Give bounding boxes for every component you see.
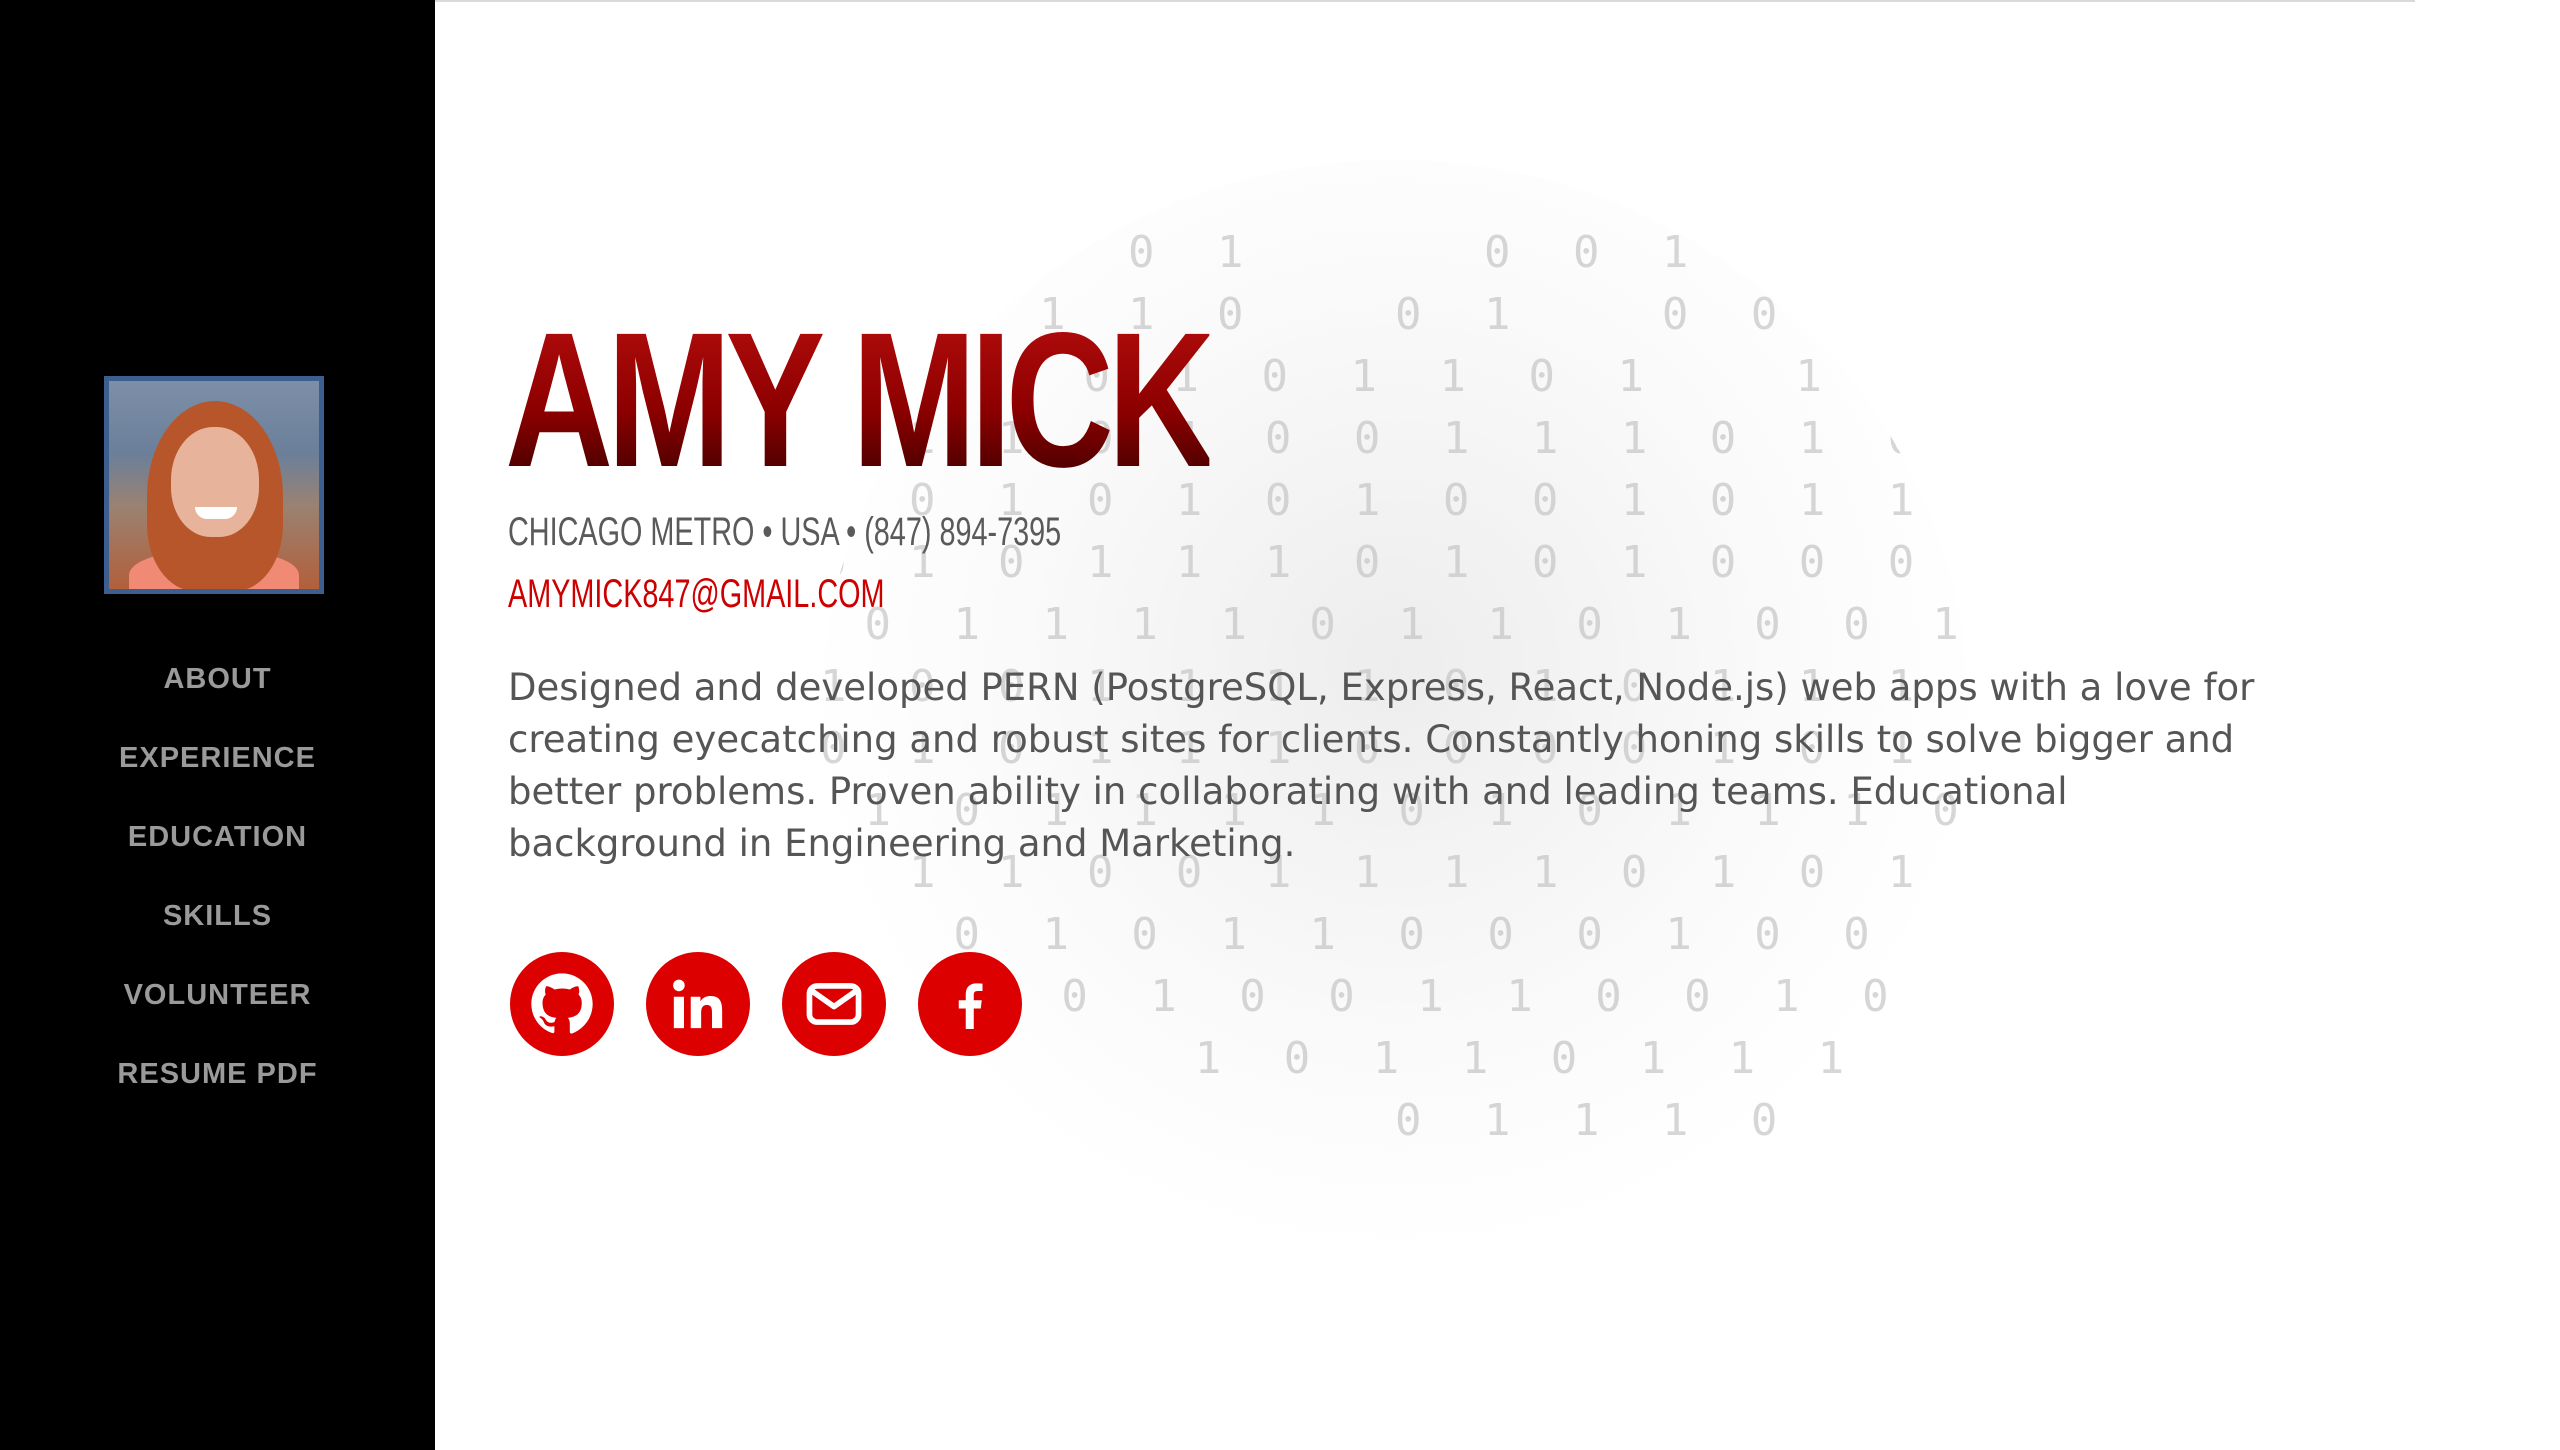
nav-item-about[interactable]: ABOUT <box>0 640 435 719</box>
github-icon <box>531 973 593 1034</box>
page-title-name: AMY MICK <box>505 292 1216 507</box>
linkedin-button[interactable] <box>646 952 750 1056</box>
nav-item-experience[interactable]: EXPERIENCE <box>0 719 435 798</box>
email-button[interactable] <box>782 952 886 1056</box>
nav-item-education[interactable]: EDUCATION <box>0 798 435 877</box>
linkedin-icon <box>673 979 723 1029</box>
profile-photo <box>104 376 324 594</box>
envelope-icon <box>806 983 862 1025</box>
github-button[interactable] <box>510 952 614 1056</box>
contact-line: CHICAGO METRO • USA • (847) 894-7395 <box>508 510 1062 554</box>
nav-item-resume-pdf[interactable]: RESUME PDF <box>0 1035 435 1114</box>
sidebar: ABOUT EXPERIENCE EDUCATION SKILLS VOLUNT… <box>0 0 435 1450</box>
top-divider <box>435 0 2415 2</box>
sidebar-nav: ABOUT EXPERIENCE EDUCATION SKILLS VOLUNT… <box>0 640 435 1114</box>
facebook-icon <box>958 983 983 1029</box>
social-links <box>510 952 1022 1056</box>
nav-item-skills[interactable]: SKILLS <box>0 877 435 956</box>
nav-item-volunteer[interactable]: VOLUNTEER <box>0 956 435 1035</box>
email-link[interactable]: AMYMICK847@GMAIL.COM <box>508 572 885 617</box>
bio-paragraph: Designed and developed PERN (PostgreSQL,… <box>508 666 2255 865</box>
facebook-button[interactable] <box>918 952 1022 1056</box>
